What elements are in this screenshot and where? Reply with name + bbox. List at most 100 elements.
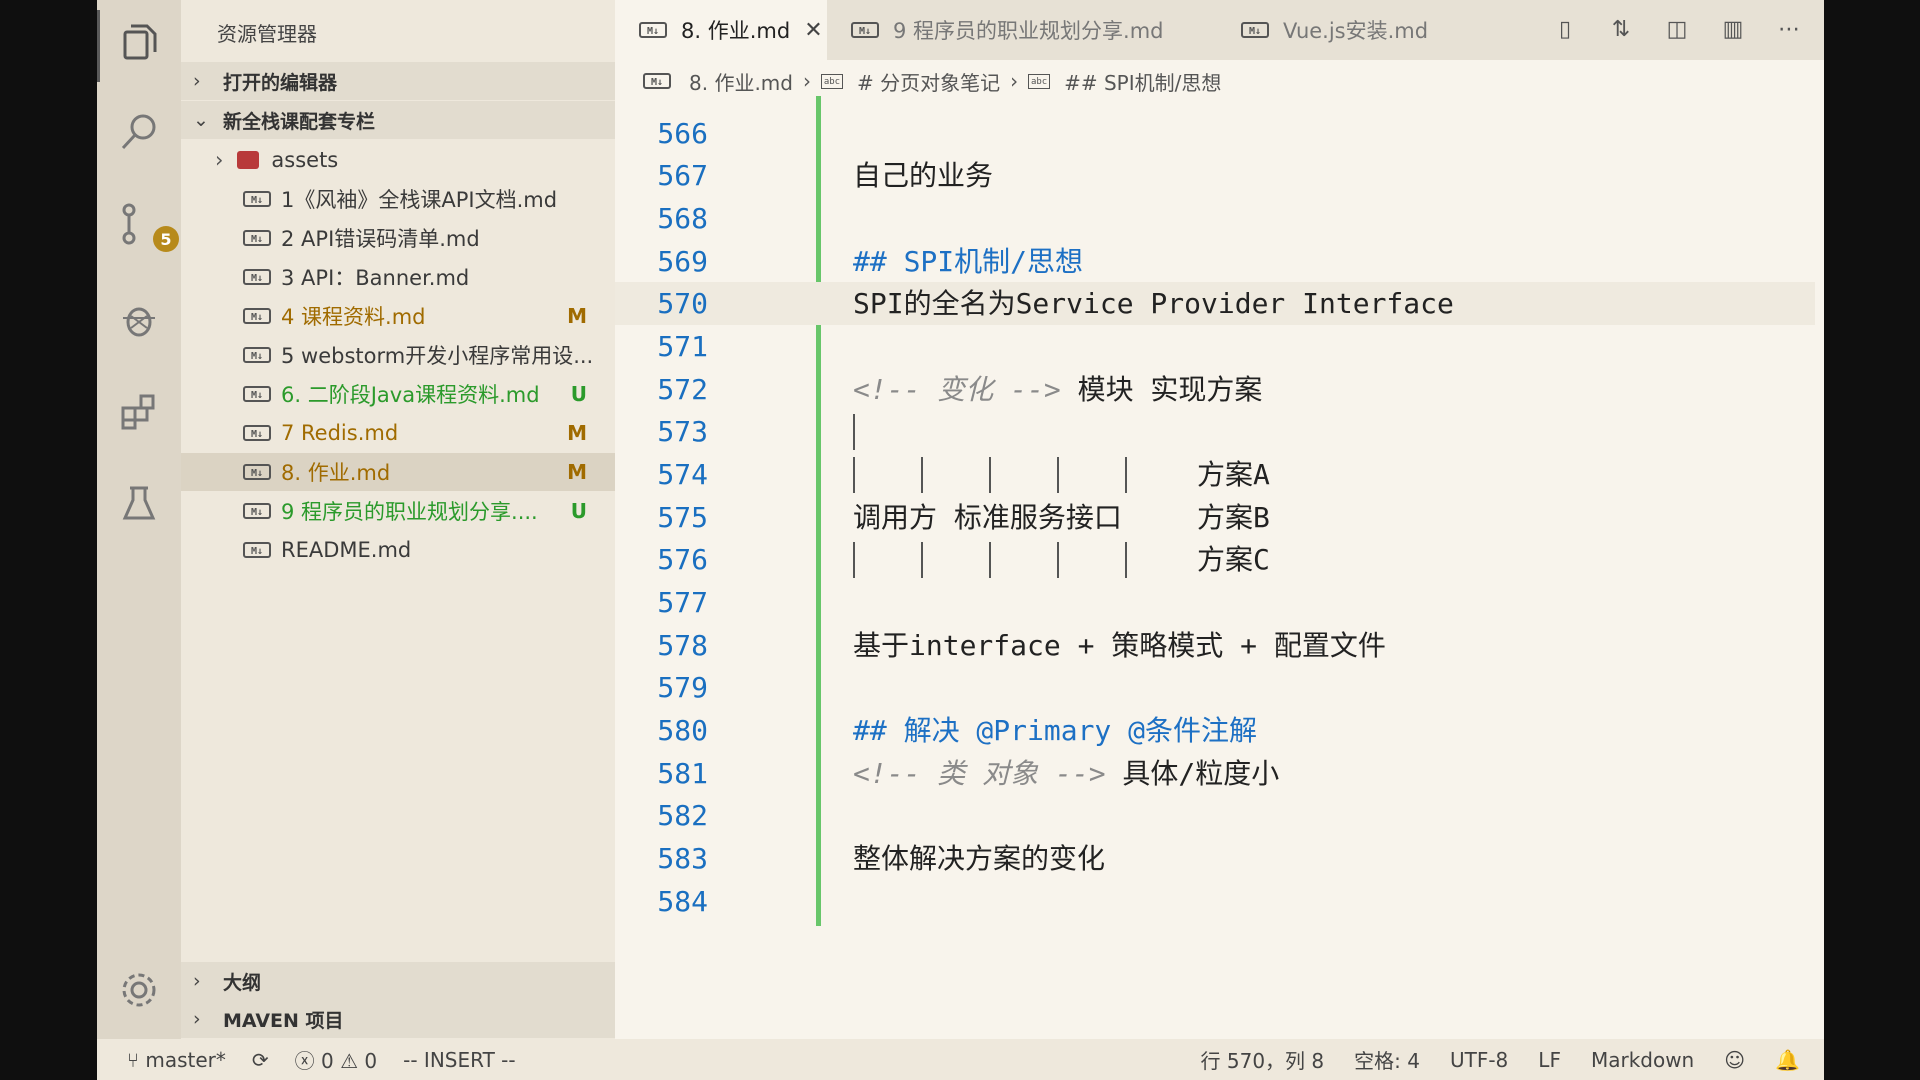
- line-number: 576: [657, 543, 708, 576]
- project-section[interactable]: ⌄ 新全栈课配套专栏: [181, 101, 615, 139]
- tree-file[interactable]: M↓ 1《风袖》全栈课API文档.md: [181, 180, 615, 218]
- compare-changes-icon[interactable]: ⇅: [1606, 14, 1636, 44]
- code-line[interactable]: 573: [615, 410, 1815, 453]
- line-text: SPI的全名为Service Provider Interface: [853, 287, 1454, 320]
- tree-file-selected[interactable]: M↓ 8. 作业.md M: [181, 453, 615, 491]
- breadcrumb-item[interactable]: 8. 作业.md: [689, 67, 793, 96]
- code-line[interactable]: 577: [615, 581, 1815, 624]
- git-status-badge: U: [570, 382, 587, 406]
- tree-file[interactable]: M↓ 7 Redis.md M: [181, 414, 615, 452]
- tree-file[interactable]: M↓ README.md: [181, 531, 615, 569]
- extensions-icon[interactable]: [115, 388, 163, 436]
- tab[interactable]: M↓ 9 程序员的职业规划分享.md: [827, 0, 1217, 60]
- tree-file[interactable]: M↓ 5 webstorm开发小程序常用设...: [181, 336, 615, 374]
- line-number: 570: [657, 287, 708, 320]
- split-editor-icon[interactable]: ▥: [1718, 14, 1748, 44]
- open-editors-section[interactable]: › 打开的编辑器: [181, 62, 615, 100]
- tree-file[interactable]: M↓ 2 API错误码清单.md: [181, 219, 615, 257]
- code-line[interactable]: 579: [615, 666, 1815, 709]
- code-line[interactable]: 575 调用方 标准服务接口 方案B: [615, 496, 1815, 539]
- notifications-bell-icon[interactable]: 🔔: [1775, 1048, 1800, 1072]
- tree-folder-assets[interactable]: › assets: [181, 141, 615, 179]
- code-line[interactable]: 583 整体解决方案的变化: [615, 837, 1815, 880]
- markdown-icon: M↓: [243, 269, 271, 285]
- tab-label: 8. 作业.md: [681, 19, 791, 43]
- tree-file[interactable]: M↓ 3 API：Banner.md: [181, 258, 615, 296]
- code-editor[interactable]: 566 567 自己的业务 568 569 ## SPI机制/思想 570 SP…: [615, 96, 1815, 1026]
- tree-file[interactable]: M↓ 4 课程资料.md M: [181, 297, 615, 335]
- warning-icon: ⚠: [340, 1049, 359, 1073]
- line-text-right: 方案B: [1197, 501, 1270, 534]
- more-actions-icon[interactable]: ⋯: [1774, 14, 1804, 44]
- outline-section[interactable]: › 大纲: [181, 962, 615, 1000]
- tree-item-label: 2 API错误码清单.md: [281, 227, 480, 251]
- code-line[interactable]: 571: [615, 325, 1815, 368]
- error-count: 0: [321, 1049, 334, 1073]
- branch-label: master*: [145, 1047, 226, 1072]
- language-mode[interactable]: Markdown: [1591, 1048, 1694, 1072]
- line-ending[interactable]: LF: [1538, 1048, 1561, 1072]
- markdown-icon: M↓: [243, 503, 271, 519]
- code-line[interactable]: 581 <!-- 类 对象 --> 具体/粒度小: [615, 752, 1815, 795]
- tree-file[interactable]: M↓ 6. 二阶段Java课程资料.md U: [181, 375, 615, 413]
- sidebar-title: 资源管理器: [217, 22, 317, 46]
- pipe-mark: [921, 457, 923, 493]
- tree-item-label: 6. 二阶段Java课程资料.md: [281, 383, 540, 407]
- code-line[interactable]: 568: [615, 197, 1815, 240]
- markdown-icon: M↓: [639, 22, 667, 38]
- tab-active[interactable]: M↓ 8. 作业.md ✕: [615, 0, 827, 60]
- line-number: 573: [657, 415, 708, 448]
- tree-file[interactable]: M↓ 9 程序员的职业规划分享.... U: [181, 492, 615, 530]
- line-text: 基于interface + 策略模式 + 配置文件: [853, 629, 1386, 662]
- line-text: 自己的业务: [853, 159, 994, 192]
- debug-icon[interactable]: [115, 296, 163, 344]
- code-line[interactable]: 572 <!-- 变化 --> 模块 实现方案: [615, 368, 1815, 411]
- warning-count: 0: [364, 1049, 378, 1073]
- pipe-mark: [853, 457, 855, 493]
- line-number: 582: [657, 799, 708, 832]
- chevron-right-icon: ›: [193, 70, 201, 92]
- testing-flask-icon[interactable]: [115, 480, 163, 528]
- breadcrumb-item[interactable]: ## SPI机制/思想: [1064, 67, 1221, 96]
- tree-item-label: 7 Redis.md: [281, 421, 399, 445]
- encoding[interactable]: UTF-8: [1450, 1048, 1508, 1072]
- code-line[interactable]: 574 方案A: [615, 453, 1815, 496]
- line-number: 566: [657, 117, 708, 150]
- line-text: 整体解决方案的变化: [853, 842, 1106, 875]
- line-number: 581: [657, 757, 708, 790]
- code-line[interactable]: 580 ## 解决 @Primary @条件注解: [615, 709, 1815, 752]
- error-icon: ⓧ: [294, 1049, 315, 1073]
- source-control-icon[interactable]: 5: [115, 200, 179, 252]
- explorer-icon[interactable]: [115, 18, 163, 66]
- code-line[interactable]: 567 自己的业务: [615, 154, 1815, 197]
- code-line[interactable]: 569 ## SPI机制/思想: [615, 240, 1815, 283]
- breadcrumb-item[interactable]: # 分页对象笔记: [857, 67, 1000, 96]
- feedback-icon[interactable]: ☺: [1724, 1048, 1745, 1072]
- code-line[interactable]: 576 方案C: [615, 538, 1815, 581]
- maven-section[interactable]: › MAVEN 项目: [181, 1000, 615, 1038]
- pipe-mark: [853, 414, 855, 450]
- tab[interactable]: M↓ Vue.js安装.md: [1217, 0, 1463, 60]
- git-branch[interactable]: ⑂ master*: [127, 1048, 226, 1072]
- sync-icon[interactable]: ⟳: [252, 1048, 269, 1072]
- close-icon[interactable]: ✕: [804, 18, 822, 43]
- code-line[interactable]: 584: [615, 880, 1815, 923]
- settings-gear-icon[interactable]: [115, 966, 163, 1014]
- search-icon[interactable]: [115, 108, 163, 156]
- cursor-position[interactable]: 行 570，列 8: [1201, 1045, 1325, 1074]
- markdown-icon: M↓: [643, 73, 671, 89]
- markdown-icon: M↓: [243, 464, 271, 480]
- open-editors-label: 打开的编辑器: [223, 71, 338, 94]
- code-line[interactable]: 578 基于interface + 策略模式 + 配置文件: [615, 624, 1815, 667]
- indentation[interactable]: 空格: 4: [1354, 1045, 1420, 1074]
- open-preview-icon[interactable]: ▯: [1550, 14, 1580, 44]
- chevron-right-icon: ›: [215, 148, 224, 172]
- code-line[interactable]: 566: [615, 112, 1815, 155]
- problems-indicator[interactable]: ⓧ 0 ⚠ 0: [295, 1045, 377, 1074]
- code-line[interactable]: 582: [615, 794, 1815, 837]
- code-line-current[interactable]: 570 SPI的全名为Service Provider Interface: [615, 282, 1815, 325]
- preview-side-icon[interactable]: ◫: [1662, 14, 1692, 44]
- pipe-mark: [989, 542, 991, 578]
- line-number: 575: [657, 501, 708, 534]
- line-number: 571: [657, 330, 708, 363]
